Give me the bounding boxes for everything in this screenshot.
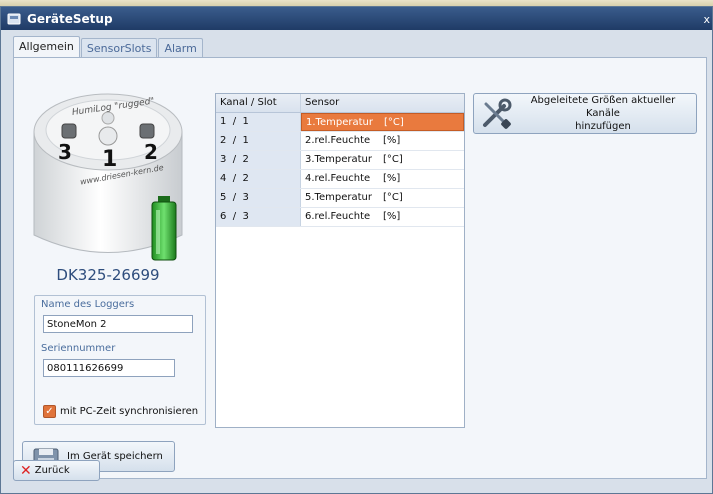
sensor-name: 1.Temperatur — [306, 117, 373, 128]
geraetesetup-window: GeräteSetup x Allgemein SensorSlots Alar… — [0, 6, 713, 494]
derived-button-label-line1: Abgeleitete Größen aktueller Kanäle — [530, 95, 676, 119]
table-row[interactable]: 4 / 2 4.rel.Feuchte [%] — [216, 170, 464, 189]
sensor-name: 3.Temperatur — [305, 154, 372, 165]
kanal-slot-cell: 1 / 1 — [216, 113, 301, 131]
port-label-1: 1 — [102, 147, 117, 172]
kanal-slot-cell: 2 / 1 — [216, 132, 301, 150]
serial-number-label: Seriennummer — [41, 343, 116, 354]
port-label-2: 2 — [144, 140, 158, 164]
add-derived-quantities-button[interactable]: Abgeleitete Größen aktueller Kanäle hinzu… — [473, 93, 697, 134]
tab-allgemein[interactable]: Allgemein — [13, 36, 80, 57]
table-row[interactable]: 2 / 1 2.rel.Feuchte [%] — [216, 132, 464, 151]
tab-strip: Allgemein SensorSlots Alarm — [13, 36, 204, 57]
pc-time-sync-label: mit PC-Zeit synchronisieren — [60, 406, 199, 417]
back-button[interactable]: ✕ Zurück — [13, 460, 100, 481]
table-row[interactable]: 5 / 3 5.Temperatur [°C] — [216, 189, 464, 208]
logger-name-label: Name des Loggers — [41, 299, 135, 310]
sensor-cell: 5.Temperatur [°C] — [301, 189, 464, 207]
kanal-slot-cell: 5 / 3 — [216, 189, 301, 207]
sensor-cell: 6.rel.Feuchte [%] — [301, 208, 464, 226]
client-area: Allgemein SensorSlots Alarm 3 1 2 HumiLo… — [1, 30, 712, 493]
sensor-unit: [%] — [383, 211, 401, 222]
derived-button-label-line2: hinzufügen — [575, 121, 631, 132]
logger-device-image: 3 1 2 HumiLog "rugged" www.driesen-kern.… — [33, 93, 183, 261]
serial-number-input[interactable] — [43, 359, 175, 377]
column-header-sensor[interactable]: Sensor — [301, 94, 464, 112]
sensor-unit: [°C] — [384, 117, 404, 128]
tools-icon — [483, 98, 512, 129]
sensor-cell: 4.rel.Feuchte [%] — [301, 170, 464, 188]
tab-alarm[interactable]: Alarm — [158, 38, 203, 57]
sensor-cell: 3.Temperatur [°C] — [301, 151, 464, 169]
sensor-name: 5.Temperatur — [305, 192, 372, 203]
table-row[interactable]: 6 / 3 6.rel.Feuchte [%] — [216, 208, 464, 227]
back-button-label: Zurück — [34, 465, 70, 476]
window-title: GeräteSetup — [27, 11, 113, 26]
sensor-name: 2.rel.Feuchte — [305, 135, 371, 146]
derived-button-label: Abgeleitete Größen aktueller Kanäle hinzu… — [514, 94, 696, 133]
kanal-slot-cell: 6 / 3 — [216, 208, 301, 226]
device-model-label: DK325-26699 — [56, 266, 160, 284]
sensor-channel-table: Kanal / Slot Sensor 1 / 1 1.Temperatur [°… — [215, 93, 465, 428]
allgemein-panel: 3 1 2 HumiLog "rugged" www.driesen-kern.… — [13, 57, 707, 479]
kanal-slot-cell: 4 / 2 — [216, 170, 301, 188]
sensor-name: 6.rel.Feuchte — [305, 211, 371, 222]
sensor-name: 4.rel.Feuchte — [305, 173, 371, 184]
sensor-cell: 2.rel.Feuchte [%] — [301, 132, 464, 150]
logger-name-input[interactable] — [43, 315, 193, 333]
tab-sensorslots[interactable]: SensorSlots — [80, 38, 158, 57]
kanal-slot-cell: 3 / 2 — [216, 151, 301, 169]
table-row[interactable]: 1 / 1 1.Temperatur [°C] — [216, 113, 464, 132]
table-header: Kanal / Slot Sensor — [216, 94, 464, 113]
app-icon — [7, 13, 21, 24]
logger-info-group: Name des Loggers Seriennummer ✓ mit PC-Z… — [34, 295, 206, 425]
column-header-kanal-slot[interactable]: Kanal / Slot — [216, 94, 301, 112]
table-row[interactable]: 3 / 2 3.Temperatur [°C] — [216, 151, 464, 170]
sensor-unit: [°C] — [383, 192, 403, 203]
sensor-unit: [°C] — [383, 154, 403, 165]
sensor-cell: 1.Temperatur [°C] — [301, 113, 464, 131]
pc-time-sync-checkbox[interactable]: ✓ — [43, 405, 56, 418]
port-label-3: 3 — [58, 140, 72, 164]
sensor-unit: [%] — [383, 173, 401, 184]
battery-full-icon — [151, 196, 177, 261]
titlebar: GeräteSetup x — [1, 7, 712, 30]
close-icon[interactable]: x — [703, 13, 710, 26]
sensor-unit: [%] — [383, 135, 401, 146]
red-x-icon: ✕ — [20, 462, 32, 479]
